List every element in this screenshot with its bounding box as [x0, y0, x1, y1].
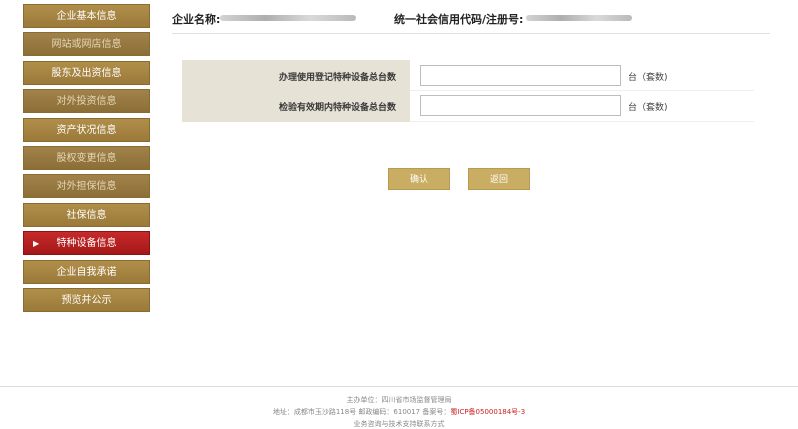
- footer-address-line: 地址：成都市玉沙路118号 邮政编码：610017 备案号：蜀ICP备05000…: [0, 407, 798, 417]
- footer-icp-link[interactable]: 蜀ICP备05000184号-3: [450, 408, 525, 416]
- registered-equipment-count-input[interactable]: [420, 65, 621, 86]
- company-name-label: 企业名称:: [172, 13, 221, 26]
- credit-code-redacted: [526, 15, 632, 21]
- row-divider: [410, 121, 754, 122]
- company-name-redacted: [220, 15, 356, 21]
- sidebar-item-self-commitment[interactable]: 企业自我承诺: [23, 259, 150, 284]
- sidebar-item-website-info[interactable]: 网站或网店信息: [23, 32, 150, 57]
- sidebar-item-preview-publish[interactable]: 预览并公示: [23, 287, 150, 312]
- sidebar-nav: 企业基本信息 网站或网店信息 股东及出资信息 对外投资信息 资产状况信息 股权变…: [23, 4, 150, 316]
- sidebar-item-social-insurance-info[interactable]: 社保信息: [23, 202, 150, 227]
- registered-equipment-unit: 台（套数): [628, 73, 668, 83]
- sidebar-item-investment-info[interactable]: 对外投资信息: [23, 89, 150, 114]
- confirm-button[interactable]: 确认: [388, 168, 450, 190]
- sidebar-item-guarantee-info[interactable]: 对外担保信息: [23, 174, 150, 199]
- credit-code-label: 统一社会信用代码/注册号:: [394, 13, 524, 26]
- sidebar-item-label: 特种设备信息: [56, 238, 117, 250]
- registered-equipment-count-label: 办理使用登记特种设备总台数: [278, 73, 396, 83]
- sidebar-item-equity-change-info[interactable]: 股权变更信息: [23, 145, 150, 170]
- sidebar-item-shareholder-info[interactable]: 股东及出资信息: [23, 60, 150, 85]
- sidebar-item-special-equipment-info[interactable]: ▶ 特种设备信息: [23, 231, 150, 256]
- header-divider: [172, 33, 770, 34]
- footer-sponsor: 主办单位：四川省市场监督管理局: [346, 396, 452, 404]
- inspected-equipment-count-input[interactable]: [420, 95, 621, 116]
- footer-divider: [0, 386, 798, 387]
- back-button[interactable]: 返回: [468, 168, 530, 190]
- row-divider: [410, 90, 754, 91]
- sidebar-item-assets-info[interactable]: 资产状况信息: [23, 117, 150, 142]
- footer-address: 地址：成都市玉沙路118号 邮政编码：610017 备案号：: [272, 408, 451, 416]
- inspected-equipment-unit: 台（套数): [628, 103, 668, 113]
- sidebar-item-basic-info[interactable]: 企业基本信息: [23, 4, 150, 28]
- active-arrow-icon: ▶: [33, 239, 40, 249]
- inspected-equipment-count-label: 检验有效期内特种设备总台数: [278, 103, 396, 113]
- company-header: 企业名称: 统一社会信用代码/注册号:: [172, 11, 772, 31]
